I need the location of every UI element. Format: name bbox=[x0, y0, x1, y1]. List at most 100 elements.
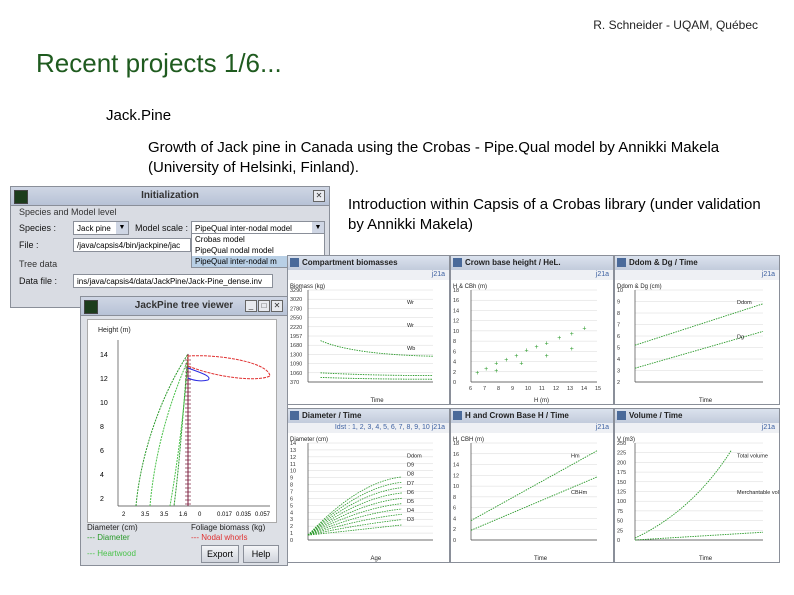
slide-title: Recent projects 1/6... bbox=[36, 48, 282, 78]
chart-y-tick: 18 bbox=[453, 441, 459, 447]
chevron-down-icon[interactable]: ▼ bbox=[116, 222, 128, 234]
chart-window-title: Diameter / Time bbox=[288, 409, 449, 423]
tree-x-tick: 0.057 bbox=[255, 512, 271, 518]
chart-icon bbox=[453, 411, 462, 420]
data-file-label: Data file : bbox=[19, 276, 58, 286]
chart-y-tick: 0 bbox=[453, 380, 456, 386]
chart-y-tick: 10 bbox=[453, 329, 459, 335]
chart-y-tick: 150 bbox=[617, 480, 626, 486]
chart-y-tick: 10 bbox=[453, 484, 459, 490]
chart-y-tick: 1090 bbox=[290, 362, 302, 368]
tree-profile-plot: Height (m) 14 12 10 8 6 4 2 2 3.5 3.5 1.6 0 0.017 0.… bbox=[87, 319, 277, 523]
chart-point: + bbox=[494, 368, 498, 375]
maximize-icon[interactable]: □ bbox=[258, 300, 270, 312]
chart-subtitle: j21a bbox=[288, 270, 449, 280]
tree-y-tick: 8 bbox=[100, 424, 104, 431]
chart-y-tick: 125 bbox=[617, 490, 626, 496]
tree-x-tick: 2 bbox=[122, 512, 126, 518]
chart-point: + bbox=[570, 331, 574, 338]
chart-y-tick: 9 bbox=[617, 300, 620, 306]
help-button[interactable]: Help bbox=[243, 545, 279, 563]
minimize-icon[interactable]: _ bbox=[245, 300, 257, 312]
chart-y-tick: 100 bbox=[617, 499, 626, 505]
chart-y-tick: 12 bbox=[453, 473, 459, 479]
chart-series-label: Ddom bbox=[407, 454, 422, 460]
chart-point: + bbox=[504, 357, 508, 364]
model-scale-label: Model scale : bbox=[135, 223, 189, 233]
chart-series-label: CBHm bbox=[571, 490, 588, 496]
chart-series-label: Ddom bbox=[737, 300, 752, 306]
chart-title-text: H and Crown Base H / Time bbox=[465, 411, 569, 420]
chart-plot: H, CBH (m)Time181614121086420HmCBHm bbox=[451, 433, 613, 562]
close-icon[interactable]: ✕ bbox=[313, 190, 325, 202]
chart-series-line bbox=[320, 340, 434, 357]
initialization-titlebar: Initialization ✕ bbox=[11, 187, 329, 206]
file-field[interactable]: /java/capsis4/bin/jackpine/jac bbox=[73, 238, 191, 252]
chart-y-tick: 10 bbox=[290, 469, 296, 475]
chart-y-tick: 2 bbox=[453, 527, 456, 533]
tree-y-axis-label: Height (m) bbox=[98, 327, 131, 334]
chart-window: Crown base height / HeL. j21a H & CBh (m) H… bbox=[450, 255, 614, 405]
chart-series-label: D7 bbox=[407, 481, 414, 487]
export-button[interactable]: Export bbox=[201, 545, 239, 563]
chart-window-title: H and Crown Base H / Time bbox=[451, 409, 613, 423]
legend-nodal-whorls: --- Nodal whorls bbox=[191, 533, 248, 542]
chart-y-tick: 13 bbox=[290, 448, 296, 454]
chart-y-tick: 7 bbox=[290, 490, 293, 496]
species-value: Jack pine bbox=[77, 224, 111, 233]
tree-y-tick: 12 bbox=[100, 376, 108, 383]
chart-y-tick: 370 bbox=[290, 380, 299, 386]
chart-y-tick: 8 bbox=[617, 311, 620, 317]
chart-y-tick: 0 bbox=[617, 538, 620, 544]
chart-series-label: D8 bbox=[407, 472, 414, 478]
chart-icon bbox=[290, 258, 299, 267]
chart-y-tick: 5 bbox=[290, 503, 293, 509]
chart-y-tick: 18 bbox=[453, 288, 459, 294]
chart-title-text: Ddom & Dg / Time bbox=[629, 258, 698, 267]
chart-y-tick: 8 bbox=[290, 483, 293, 489]
chart-y-tick: 200 bbox=[617, 460, 626, 466]
chart-series-label: Wb bbox=[407, 346, 415, 352]
tree-y-tick: 6 bbox=[100, 448, 104, 455]
close-icon[interactable]: ✕ bbox=[271, 300, 283, 312]
chart-x-tick: 13 bbox=[567, 386, 573, 392]
chart-series-label: Merchantable volume bbox=[737, 490, 779, 496]
chart-y-tick: 14 bbox=[290, 441, 296, 447]
diameter-curve bbox=[135, 353, 189, 507]
species-section-label: Species and Model level bbox=[19, 207, 117, 217]
chart-y-tick: 3 bbox=[617, 369, 620, 375]
chart-subtitle: j21a bbox=[451, 270, 613, 280]
chart-series-line bbox=[634, 531, 764, 541]
chart-y-tick: 1300 bbox=[290, 352, 302, 358]
data-file-field[interactable]: ins/java/capsis4/data/JackPine/Jack-Pine… bbox=[73, 274, 273, 288]
tree-x-left-label: Diameter (cm) bbox=[87, 523, 138, 532]
species-select[interactable]: Jack pine ▼ bbox=[73, 221, 129, 235]
chart-y-tick: 4 bbox=[290, 510, 293, 516]
chart-x-label: Time bbox=[699, 398, 713, 404]
author-credit: R. Schneider - UQAM, Québec bbox=[593, 18, 758, 32]
chart-x-tick: 14 bbox=[581, 386, 587, 392]
chart-x-tick: 10 bbox=[525, 386, 531, 392]
chart-x-label: Time bbox=[371, 398, 385, 404]
chart-x-label: Time bbox=[699, 556, 713, 562]
chart-point: + bbox=[545, 353, 549, 360]
tree-y-tick: 2 bbox=[100, 496, 104, 503]
chart-x-tick: 7 bbox=[483, 386, 486, 392]
chart-title-text: Diameter / Time bbox=[302, 411, 362, 420]
chart-y-tick: 2 bbox=[617, 380, 620, 386]
chart-series-label: D5 bbox=[407, 499, 414, 505]
tree-x-right-label: Foliage biomass (kg) bbox=[191, 523, 266, 532]
chart-y-tick: 2220 bbox=[290, 325, 302, 331]
tree-data-section-label: Tree data bbox=[19, 259, 58, 269]
heartwood-curve bbox=[149, 359, 189, 507]
tree-x-tick: 0 bbox=[198, 512, 202, 518]
chart-point: + bbox=[475, 370, 479, 377]
chart-y-tick: 2780 bbox=[290, 306, 302, 312]
chart-y-tick: 2 bbox=[290, 524, 293, 530]
chart-y-tick: 7 bbox=[617, 323, 620, 329]
dropdown-option[interactable]: Crobas model bbox=[192, 234, 324, 245]
chart-series-label: Wr bbox=[407, 300, 414, 306]
chart-plot: V (m3)Time2502252001751501251007550250To… bbox=[615, 433, 779, 562]
chart-y-tick: 250 bbox=[617, 441, 626, 447]
tree-x-tick: 3.5 bbox=[160, 512, 169, 518]
